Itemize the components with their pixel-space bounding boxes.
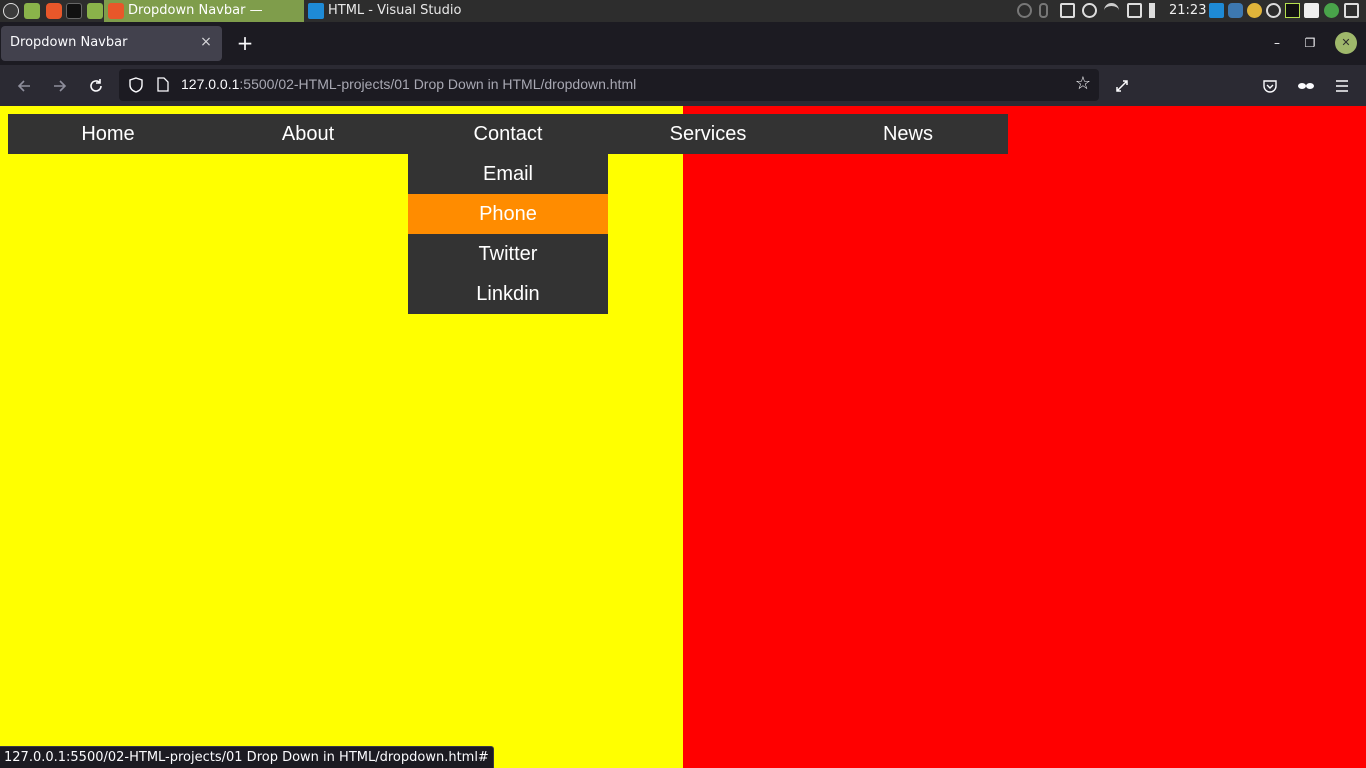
browser-tab-strip: Dropdown Navbar × + – ❐ ✕: [0, 22, 1366, 65]
show-desktop-icon[interactable]: [24, 3, 40, 19]
nav-about[interactable]: About: [208, 114, 408, 154]
restore-button[interactable]: ❐: [1299, 32, 1321, 54]
url-path: :5500/02-HTML-projects/01 Drop Down in H…: [239, 76, 637, 92]
hamburger-menu-icon: [1336, 80, 1348, 92]
chrome-alt-tray-icon[interactable]: [1324, 3, 1339, 18]
clock[interactable]: 21:23: [1169, 0, 1206, 22]
terminal-launcher-icon[interactable]: [66, 3, 82, 19]
clipboard-manager-icon[interactable]: [1127, 3, 1142, 18]
notifications-off-icon[interactable]: [1017, 3, 1032, 18]
page-viewport: Home About Contact Services News Email P…: [0, 106, 1366, 768]
dropdown-item-twitter[interactable]: Twitter: [408, 234, 608, 274]
tab-dropdown-navbar[interactable]: Dropdown Navbar ×: [1, 26, 222, 61]
nav-home[interactable]: Home: [8, 114, 208, 154]
private-browsing-button[interactable]: [1294, 74, 1318, 98]
close-window-button[interactable]: ✕: [1335, 32, 1357, 54]
gear-tray-icon[interactable]: [1266, 3, 1281, 18]
update-icon[interactable]: [1082, 3, 1097, 18]
tab-title: Dropdown Navbar: [10, 35, 128, 50]
pocket-icon: [1263, 80, 1277, 93]
system-tray: 21:23: [1000, 0, 1366, 22]
nav-contact[interactable]: Contact: [408, 114, 608, 154]
menu-button[interactable]: [1330, 74, 1354, 98]
firefox-icon: [108, 3, 124, 19]
site-navbar: Home About Contact Services News: [8, 114, 1008, 154]
reload-button[interactable]: [84, 74, 108, 98]
chrome-tray-icon[interactable]: [1247, 3, 1262, 18]
page-icon[interactable]: [157, 77, 169, 92]
minimize-button[interactable]: –: [1266, 32, 1288, 54]
dropdown-item-phone[interactable]: Phone: [408, 194, 608, 234]
volume-icon[interactable]: [1149, 3, 1164, 18]
bookmark-star-icon[interactable]: ☆: [1073, 74, 1093, 94]
arrow-right-icon: [54, 80, 67, 92]
nav-services[interactable]: Services: [608, 114, 808, 154]
download-tray-icon[interactable]: [1304, 3, 1319, 18]
url-bar[interactable]: 127.0.0.1:5500/02-HTML-projects/01 Drop …: [119, 69, 1099, 101]
red-background: [683, 106, 1366, 768]
back-button[interactable]: [12, 74, 36, 98]
reload-icon: [90, 79, 102, 92]
forward-button[interactable]: [48, 74, 72, 98]
mint-menu-icon[interactable]: [3, 3, 19, 19]
wifi-icon[interactable]: [1104, 3, 1119, 18]
mask-icon: [1298, 83, 1314, 89]
shield-icon[interactable]: [127, 76, 145, 94]
vscode-icon: [308, 3, 324, 19]
clipboard-icon[interactable]: [1060, 3, 1075, 18]
browser-toolbar: 127.0.0.1:5500/02-HTML-projects/01 Drop …: [0, 65, 1366, 106]
new-tab-button[interactable]: +: [234, 32, 256, 54]
url-text[interactable]: 127.0.0.1:5500/02-HTML-projects/01 Drop …: [181, 76, 636, 92]
python-tray-icon[interactable]: [1228, 3, 1243, 18]
pycharm-tray-icon[interactable]: [1285, 3, 1300, 18]
nav-news[interactable]: News: [808, 114, 1008, 154]
link-status-url: 127.0.0.1:5500/02-HTML-projects/01 Drop …: [0, 746, 494, 768]
dropdown-item-linkdin[interactable]: Linkdin: [408, 274, 608, 314]
tab-close-icon[interactable]: ×: [198, 33, 214, 51]
expand-icon: [1116, 80, 1128, 92]
files-launcher-icon[interactable]: [87, 3, 103, 19]
system-panel: Dropdown Navbar — Moz… HTML - Visual Stu…: [0, 0, 1366, 40]
arrow-left-icon: [17, 80, 30, 92]
fullscreen-button[interactable]: [1110, 74, 1134, 98]
taskbar-item-firefox[interactable]: Dropdown Navbar — Moz…: [104, 0, 304, 40]
bluetooth-icon[interactable]: [1039, 3, 1048, 18]
vscode-tray-icon[interactable]: [1209, 3, 1224, 18]
notes-tray-icon[interactable]: [1344, 3, 1359, 18]
dropdown-item-email[interactable]: Email: [408, 154, 608, 194]
firefox-launcher-icon[interactable]: [46, 3, 62, 19]
taskbar-item-vscode[interactable]: HTML - Visual Studio Code: [304, 0, 504, 40]
url-host: 127.0.0.1: [181, 76, 240, 92]
pocket-button[interactable]: [1258, 74, 1282, 98]
contact-dropdown-menu: Email Phone Twitter Linkdin: [408, 154, 608, 314]
